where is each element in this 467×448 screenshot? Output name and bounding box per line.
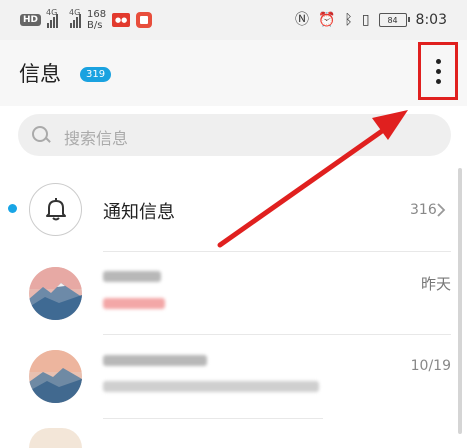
signal-icon-2: 4G bbox=[69, 8, 82, 28]
bluetooth-icon: ᛒ bbox=[344, 12, 353, 28]
status-bar: HD 4G 4G 168 B/s ●● Ⓝ ⏰ ᛒ ▯ 84 8:03 bbox=[0, 0, 467, 40]
list-divider bbox=[103, 251, 451, 252]
search-icon bbox=[32, 126, 48, 142]
notification-messages-label: 通知信息 bbox=[103, 202, 175, 223]
bell-avatar bbox=[29, 183, 82, 236]
conversation-date: 10/19 bbox=[410, 358, 451, 374]
redacted-message-preview bbox=[103, 298, 165, 309]
hd-voice-icon: HD bbox=[20, 14, 42, 26]
nfc-icon: Ⓝ bbox=[294, 12, 309, 28]
status-bar-left: HD 4G 4G 168 B/s ●● bbox=[20, 6, 153, 34]
redacted-contact-name bbox=[103, 271, 161, 282]
status-bar-right: Ⓝ ⏰ ᛒ ▯ 84 8:03 bbox=[295, 10, 447, 30]
alarm-icon: ⏰ bbox=[317, 12, 336, 28]
contact-avatar bbox=[29, 267, 82, 320]
network-speed: 168 B/s bbox=[87, 9, 106, 31]
page-title: 信息 bbox=[19, 62, 61, 86]
more-dot-icon bbox=[435, 78, 441, 84]
list-divider bbox=[103, 418, 323, 419]
unread-count-badge: 319 bbox=[80, 67, 112, 82]
signal-icon-1: 4G bbox=[46, 8, 59, 28]
news-app-icon: ●● bbox=[112, 13, 131, 27]
app-notification-icon bbox=[136, 12, 153, 28]
bell-icon bbox=[46, 198, 66, 221]
chevron-right-icon bbox=[437, 203, 446, 217]
redacted-contact-name bbox=[103, 355, 207, 366]
more-options-button[interactable] bbox=[418, 42, 458, 100]
app-header: 信息 319 bbox=[0, 40, 467, 106]
search-input[interactable]: 搜索信息 bbox=[18, 114, 451, 156]
conversation-date: 昨天 bbox=[420, 275, 451, 293]
network-speed-unit: B/s bbox=[87, 20, 103, 31]
net-type-label-2: 4G bbox=[69, 8, 81, 17]
unread-dot bbox=[8, 204, 17, 213]
list-divider bbox=[103, 334, 451, 335]
network-speed-value: 168 bbox=[87, 9, 107, 20]
search-placeholder: 搜索信息 bbox=[64, 129, 129, 148]
notification-count: 316 bbox=[410, 202, 437, 218]
contact-avatar bbox=[29, 350, 82, 403]
conversation-item[interactable]: 10/19 bbox=[0, 338, 467, 420]
clock-time: 8:03 bbox=[415, 12, 447, 28]
conversation-item[interactable]: 昨天 bbox=[0, 255, 467, 337]
redacted-message-preview bbox=[103, 381, 319, 392]
more-dot-icon bbox=[435, 68, 441, 74]
battery-icon: 84 bbox=[378, 13, 410, 27]
more-dot-icon bbox=[435, 58, 441, 64]
vibrate-icon: ▯ bbox=[361, 12, 370, 28]
next-avatar-partial bbox=[29, 428, 82, 448]
net-type-label-1: 4G bbox=[46, 8, 58, 17]
notification-messages-item[interactable]: 通知信息 316 bbox=[0, 176, 467, 246]
